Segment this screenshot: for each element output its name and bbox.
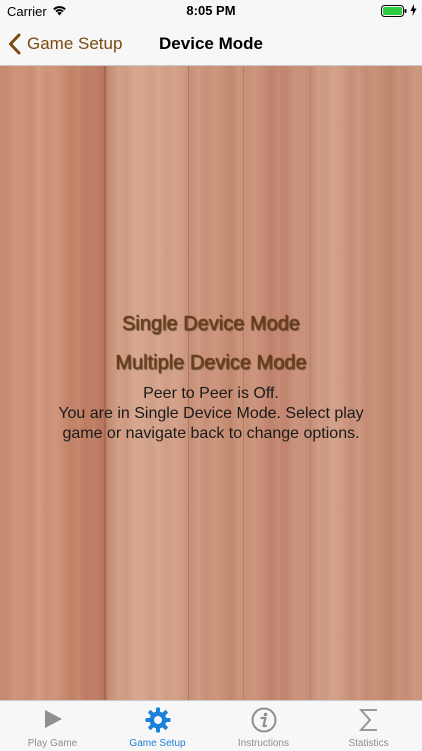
tab-instructions[interactable]: Instructions [211,701,316,751]
wood-grain [104,66,106,700]
battery-icon [381,5,407,17]
tab-play-game[interactable]: Play Game [0,701,105,751]
wood-grain [243,66,244,700]
status-line: game or navigate back to change options. [62,425,360,442]
status-line: You are in Single Device Mode. Select pl… [58,405,364,422]
wood-grain [310,66,311,700]
status-message: Peer to Peer is Off. You are in Single D… [0,384,422,444]
info-icon [251,707,276,733]
tab-label: Statistics [348,738,389,749]
navigation-bar: Game Setup Device Mode [0,22,422,66]
charging-bolt-icon [410,4,417,16]
tab-label: Instructions [237,738,290,749]
tab-label: Game Setup [129,738,186,749]
wood-background: Single Device Mode Multiple Device Mode … [0,66,422,700]
page-title: Device Mode [159,34,263,53]
status-bar: Carrier 8:05 PM [0,0,422,22]
gear-icon [145,707,170,733]
status-line: Peer to Peer is Off. [143,385,279,402]
sigma-icon [358,709,377,731]
tab-bar: Play Game Game Setup Instructions Statis… [0,700,422,751]
single-device-mode-button[interactable]: Single Device Mode [0,313,422,336]
tab-statistics[interactable]: Statistics [316,701,421,751]
multiple-device-mode-button[interactable]: Multiple Device Mode [0,352,422,375]
wood-grain [188,66,189,700]
tab-label: Play Game [27,738,78,749]
tab-game-setup[interactable]: Game Setup [105,701,210,751]
play-icon [44,710,62,728]
status-time: 8:05 PM [186,3,236,18]
